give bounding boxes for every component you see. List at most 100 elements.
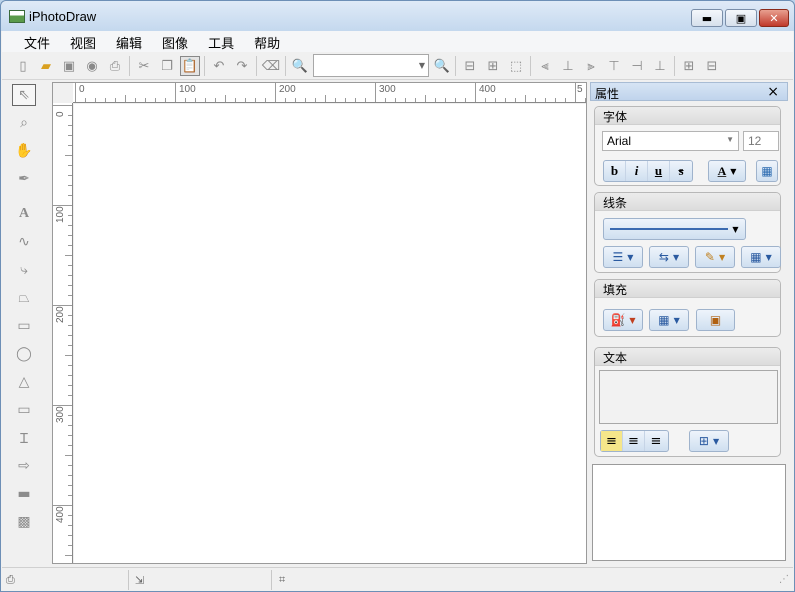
text-content-input[interactable]: [599, 370, 778, 424]
zoom-out-icon[interactable]: 🔍: [290, 56, 310, 76]
line-arrow-button[interactable]: ⇆ ▼: [649, 246, 689, 268]
align-center-icon[interactable]: ⊥: [558, 56, 578, 76]
ruler-tick: [275, 83, 276, 102]
arrow-tool-icon[interactable]: ⇨: [12, 455, 36, 477]
align-right-text-icon[interactable]: ≡: [645, 431, 667, 451]
ruler-tick: [535, 98, 536, 102]
polygon-tool-icon[interactable]: ⏢: [12, 287, 36, 309]
copy-icon[interactable]: ❐: [157, 56, 177, 76]
line-color-button[interactable]: ✎ ▼: [695, 246, 735, 268]
align-bottom-icon[interactable]: ⊥: [650, 56, 670, 76]
export-icon[interactable]: ◉: [82, 56, 102, 76]
font-color-button[interactable]: A ▼: [708, 160, 746, 182]
text-align-buttons: ≡ ≡ ≡: [600, 430, 669, 452]
ruler-tick: [575, 83, 576, 102]
align-left-icon[interactable]: ⫷: [535, 56, 555, 76]
ruler-tick: [445, 98, 446, 102]
menu-file[interactable]: 文件: [24, 31, 50, 52]
underline-button[interactable]: u: [648, 161, 670, 181]
maximize-button[interactable]: ▣: [725, 9, 757, 27]
resize-grip-icon[interactable]: ⋰: [779, 574, 789, 585]
font-group-title: 字体: [595, 107, 780, 125]
fill-color-button[interactable]: ⛽ ▼: [603, 309, 643, 331]
fill-image-button[interactable]: ▣: [696, 309, 735, 331]
toolbar-separator: [129, 56, 130, 76]
save-icon[interactable]: ▣: [59, 56, 79, 76]
text-background-button[interactable]: ▦: [756, 160, 778, 182]
drawing-canvas[interactable]: [74, 104, 586, 563]
highlight-tool-icon[interactable]: Ɪ: [12, 427, 36, 449]
strikethrough-button[interactable]: s: [670, 161, 692, 181]
select-tool-icon[interactable]: ⇖: [12, 84, 36, 106]
close-button[interactable]: ✕: [759, 9, 789, 27]
triangle-tool-icon[interactable]: △: [12, 371, 36, 393]
redo-icon[interactable]: ↷: [232, 56, 252, 76]
arrow-style-icon: ⇆: [658, 250, 669, 264]
add-icon[interactable]: ⊞: [679, 56, 699, 76]
align-right-icon[interactable]: ⫸: [581, 56, 601, 76]
ruler-tick: [345, 98, 346, 102]
line-width-button[interactable]: ☰ ▼: [603, 246, 643, 268]
align-left-text-icon[interactable]: ≡: [601, 431, 623, 451]
group-icon[interactable]: ⊟: [460, 56, 480, 76]
fill-pattern-button[interactable]: ▦ ▼: [649, 309, 689, 331]
line-group: 线条 ▼ ☰ ▼ ⇆ ▼ ✎ ▼ ▦ ▼: [594, 192, 781, 273]
zoom-in-icon[interactable]: 🔍: [432, 56, 452, 76]
ellipse-tool-icon[interactable]: ◯: [12, 343, 36, 365]
font-name-value: Arial: [607, 134, 632, 148]
pencil-icon: ✎: [704, 250, 715, 264]
close-icon[interactable]: ×: [767, 84, 779, 100]
toolbar-separator: [285, 56, 286, 76]
ruler-tick: [53, 305, 72, 306]
new-icon[interactable]: ▯: [13, 56, 33, 76]
callout-tool-icon[interactable]: ▭: [12, 399, 36, 421]
ruler-tick: [175, 83, 176, 102]
menu-bar: 文件 视图 编辑 图像 工具 帮助: [2, 31, 793, 52]
menu-view[interactable]: 视图: [70, 31, 96, 52]
pan-tool-icon[interactable]: ✋: [12, 140, 36, 162]
text-valign-button[interactable]: ⊞ ▼: [689, 430, 729, 452]
ruler-tick: [285, 98, 286, 102]
zoom-combo[interactable]: ▼: [313, 54, 429, 77]
print-icon[interactable]: ⎙: [105, 56, 125, 76]
paste-icon[interactable]: 📋: [180, 56, 200, 76]
menu-edit[interactable]: 编辑: [116, 31, 142, 52]
mosaic-tool-icon[interactable]: ▩: [12, 511, 36, 533]
ruler-tick: [68, 295, 72, 296]
align-center-text-icon[interactable]: ≡: [623, 431, 645, 451]
ruler-tick: [75, 83, 76, 102]
undo-icon[interactable]: ↶: [209, 56, 229, 76]
menu-help[interactable]: 帮助: [254, 31, 280, 52]
text-tool-icon[interactable]: A: [12, 203, 36, 225]
ruler-tick: [125, 95, 126, 102]
fill-group-title: 填充: [595, 280, 780, 298]
line-pattern-button[interactable]: ▦ ▼: [741, 246, 781, 268]
freehand-tool-icon[interactable]: ∿: [12, 231, 36, 253]
connector-tool-icon[interactable]: ⤷: [12, 259, 36, 281]
ungroup-icon[interactable]: ⊞: [483, 56, 503, 76]
open-icon[interactable]: ▰: [36, 56, 56, 76]
line-group-title: 线条: [595, 193, 780, 211]
align-middle-icon[interactable]: ⊣: [627, 56, 647, 76]
image-tool-icon[interactable]: ▬: [12, 483, 36, 505]
align-top-icon[interactable]: ⊤: [604, 56, 624, 76]
remove-icon[interactable]: ⊟: [702, 56, 722, 76]
menu-image[interactable]: 图像: [162, 31, 188, 52]
font-name-select[interactable]: Arial ▼: [602, 131, 739, 151]
rectangle-tool-icon[interactable]: ▭: [12, 315, 36, 337]
italic-button[interactable]: i: [626, 161, 648, 181]
pen-tool-icon[interactable]: ✒: [12, 168, 36, 190]
select-group-icon[interactable]: ⬚: [506, 56, 526, 76]
clear-icon[interactable]: ⌫: [261, 56, 281, 76]
close-icon: ✕: [769, 11, 779, 25]
menu-tools[interactable]: 工具: [208, 31, 234, 52]
line-style-select[interactable]: ▼: [603, 218, 746, 240]
ruler-label: 5: [577, 84, 583, 95]
zoom-tool-icon[interactable]: ⌕: [12, 112, 36, 134]
font-size-field[interactable]: 12: [743, 131, 779, 151]
ruler-label: 0: [79, 84, 85, 95]
minimize-button[interactable]: ▬: [691, 9, 723, 27]
bold-button[interactable]: b: [604, 161, 626, 181]
ruler-tick: [365, 98, 366, 102]
cut-icon[interactable]: ✂: [134, 56, 154, 76]
